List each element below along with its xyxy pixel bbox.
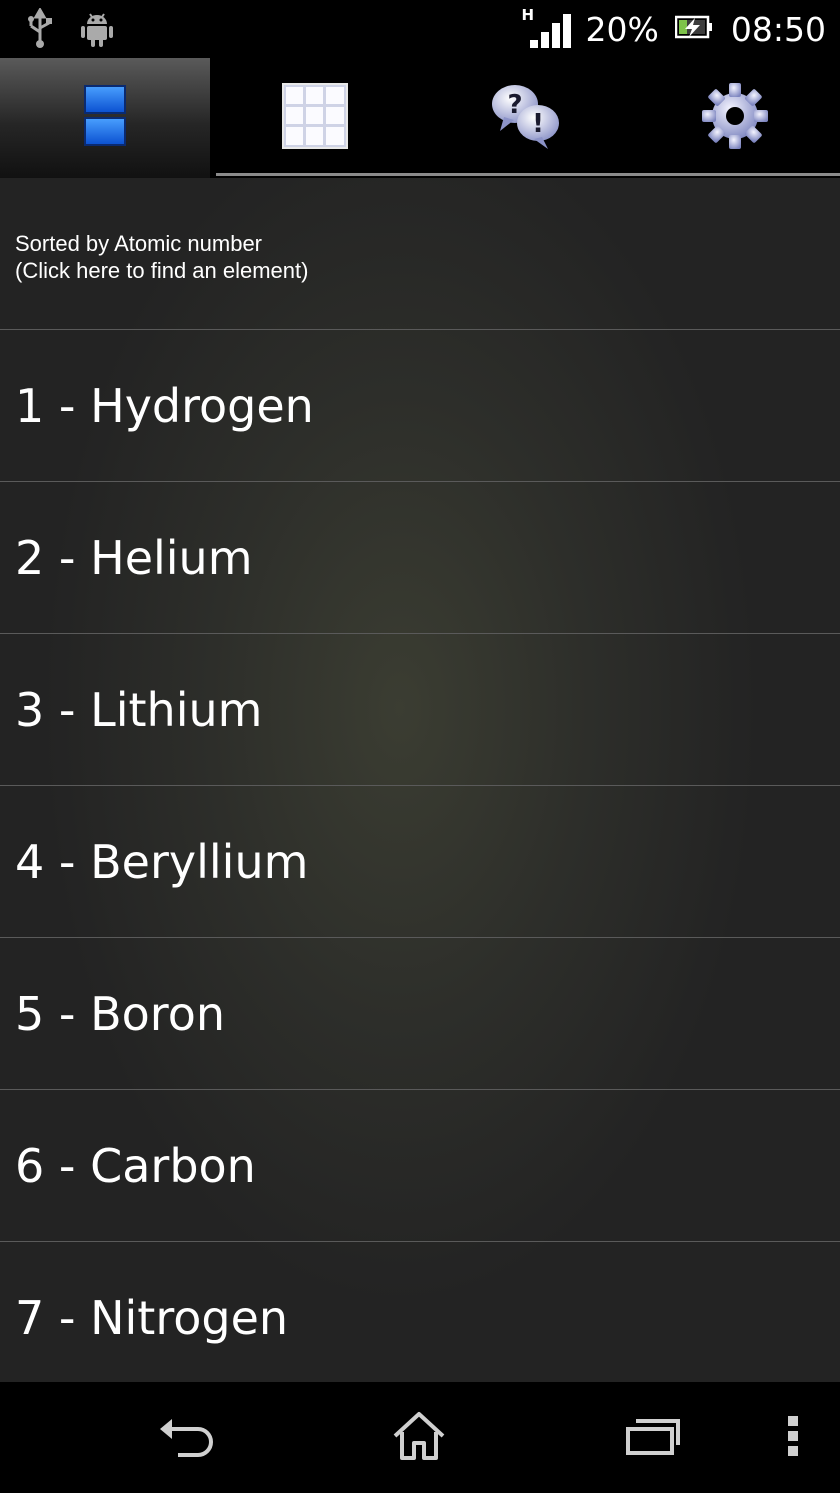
gear-icon	[700, 81, 770, 155]
element-label: 1 - Hydrogen	[15, 378, 314, 433]
element-label: 3 - Lithium	[15, 682, 263, 737]
element-list: Sorted by Atomic number (Click here to f…	[0, 178, 840, 1382]
battery-percent: 20%	[585, 9, 659, 49]
list-item-beryllium[interactable]: 4 - Beryllium	[0, 786, 840, 938]
navigation-bar	[0, 1382, 840, 1493]
android-icon	[80, 8, 114, 54]
signal-icon: H	[522, 6, 574, 50]
battery-charging-icon	[674, 14, 713, 44]
element-label: 4 - Beryllium	[15, 834, 309, 889]
back-button[interactable]	[156, 1412, 218, 1464]
list-item-carbon[interactable]: 6 - Carbon	[0, 1090, 840, 1242]
list-view-icon	[83, 84, 127, 152]
tab-settings[interactable]	[630, 58, 840, 178]
tab-list-view[interactable]	[0, 58, 210, 178]
find-element-header[interactable]: Sorted by Atomic number (Click here to f…	[0, 178, 840, 330]
grid-table-icon	[282, 83, 348, 153]
tab-quiz[interactable]: ? !	[420, 58, 630, 178]
quiz-bubbles-icon: ? !	[488, 81, 562, 155]
sort-label: Sorted by Atomic number	[15, 231, 263, 256]
list-item-hydrogen[interactable]: 1 - Hydrogen	[0, 330, 840, 482]
recent-apps-icon	[624, 1415, 682, 1461]
home-icon	[391, 1410, 447, 1466]
tab-bar: ? !	[0, 58, 840, 178]
recent-apps-button[interactable]	[622, 1412, 684, 1464]
clock: 08:50	[730, 9, 826, 49]
overflow-menu-icon	[786, 1414, 800, 1462]
element-label: 7 - Nitrogen	[15, 1291, 289, 1345]
element-label: 6 - Carbon	[15, 1138, 256, 1193]
element-label: 5 - Boron	[15, 986, 226, 1041]
list-item-helium[interactable]: 2 - Helium	[0, 482, 840, 634]
find-hint: (Click here to find an element)	[15, 258, 309, 283]
list-item-nitrogen[interactable]: 7 - Nitrogen	[0, 1242, 840, 1382]
status-bar: H 20% 08:50	[0, 0, 840, 58]
home-button[interactable]	[389, 1412, 449, 1464]
back-icon	[158, 1415, 216, 1461]
list-item-lithium[interactable]: 3 - Lithium	[0, 634, 840, 786]
element-label: 2 - Helium	[15, 530, 253, 585]
svg-text:!: !	[532, 109, 544, 139]
tab-table-view[interactable]	[210, 58, 420, 178]
list-item-boron[interactable]: 5 - Boron	[0, 938, 840, 1090]
usb-icon	[26, 6, 54, 54]
overflow-menu-button[interactable]	[780, 1412, 806, 1464]
